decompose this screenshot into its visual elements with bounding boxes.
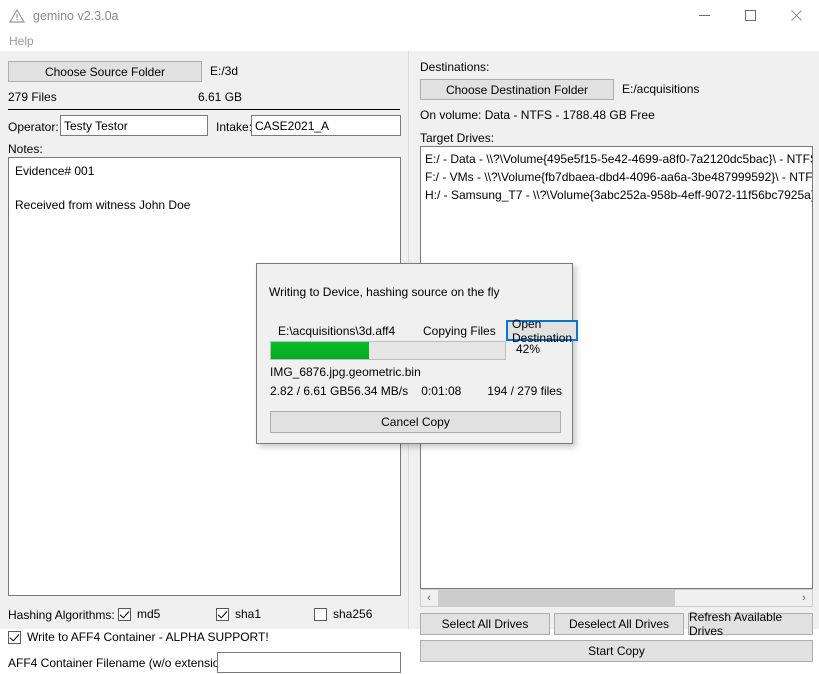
stat-speed: 56.34 MB/s [347,384,409,398]
dialog-title: Writing to Device, hashing source on the… [269,285,500,299]
refresh-available-drives-button[interactable]: Refresh Available Drives [688,610,813,638]
checkbox-md5-box[interactable] [118,607,131,621]
volume-info-text: On volume: Data - NTFS - 1788.48 GB Free [420,108,655,122]
window-title: gemino v2.3.0a [33,8,119,23]
checkbox-write-aff4[interactable]: Write to AFF4 Container - ALPHA SUPPORT! [8,630,269,644]
list-item[interactable]: E:/ - Data - \\?\Volume{495e5f15-5e42-46… [421,150,812,168]
cancel-copy-button[interactable]: Cancel Copy [270,411,561,433]
close-button[interactable] [773,0,819,31]
scrollbar-track[interactable] [437,590,796,606]
scroll-left-icon[interactable]: ‹ [421,590,437,606]
checkbox-write-aff4-box[interactable] [8,630,21,644]
main-content: Choose Source Folder E:/3d 279 Files 6.6… [0,51,819,673]
dialog-target-path: E:\acquisitions\3d.aff4 [278,324,396,338]
choose-source-folder-button[interactable]: Choose Source Folder [8,61,202,82]
hashing-algorithms-label: Hashing Algorithms: [8,608,115,622]
stat-elapsed: 0:01:08 [421,384,462,398]
divider [8,109,400,110]
scroll-right-icon[interactable]: › [796,590,812,606]
dialog-status-text: Copying Files [423,324,496,338]
menu-bar: Help [0,31,819,51]
warning-triangle-icon [8,7,26,25]
checkbox-sha1[interactable]: sha1 [216,607,261,621]
scrollbar-thumb[interactable] [438,590,675,606]
source-total-size: 6.61 GB [198,90,243,104]
operator-input[interactable]: Testy Testor [60,115,208,136]
checkbox-sha256-box[interactable] [314,607,327,621]
checkbox-sha1-label: sha1 [235,607,262,621]
checkbox-sha256-label: sha256 [333,607,373,621]
copy-progress-dialog: Writing to Device, hashing source on the… [256,263,579,444]
notes-label: Notes: [8,142,43,156]
deselect-all-drives-button[interactable]: Deselect All Drives [554,613,684,635]
stat-files: 194 / 279 files [487,384,562,398]
dialog-stats-row: 2.82 / 6.61 GB 56.34 MB/s 0:01:08 194 / … [270,384,562,398]
window-controls [681,0,819,31]
source-path-value: E:/3d [210,64,239,78]
list-item[interactable]: H:/ - Samsung_T7 - \\?\Volume{3abc252a-9… [421,186,812,204]
checkbox-sha256[interactable]: sha256 [314,607,372,621]
drives-horizontal-scrollbar[interactable]: ‹ › [420,589,813,607]
aff4-filename-input[interactable] [217,652,401,673]
intake-input[interactable]: CASE2021_A [251,115,401,136]
intake-label: Intake: [216,120,253,134]
select-all-drives-button[interactable]: Select All Drives [420,613,550,635]
current-file-label: IMG_6876.jpg.geometric.bin [270,365,421,379]
progress-percent-label: 42% [516,342,541,356]
progress-bar-fill [271,342,370,359]
open-destination-button[interactable]: Open Destination [506,317,579,345]
target-drives-label: Target Drives: [420,131,495,145]
menu-item-help[interactable]: Help [0,32,43,50]
choose-destination-folder-button[interactable]: Choose Destination Folder [420,79,614,100]
checkbox-md5[interactable]: md5 [118,607,160,621]
list-item[interactable]: F:/ - VMs - \\?\Volume{fb7dbaea-dbd4-409… [421,168,812,186]
destinations-label: Destinations: [420,60,490,74]
title-bar: gemino v2.3.0a [0,0,819,31]
start-copy-button[interactable]: Start Copy [420,640,813,662]
maximize-button[interactable] [727,0,773,31]
destination-path-value: E:/acquisitions [622,82,700,96]
aff4-filename-label: AFF4 Container Filename (w/o extension): [8,656,234,670]
checkbox-sha1-box[interactable] [216,607,229,621]
progress-bar [270,341,506,360]
aff4-filename-row: AFF4 Container Filename (w/o extension): [8,652,401,674]
checkbox-md5-label: md5 [137,607,161,621]
checkbox-write-aff4-label: Write to AFF4 Container - ALPHA SUPPORT! [27,630,269,644]
minimize-button[interactable] [681,0,727,31]
stat-bytes: 2.82 / 6.61 GB [270,384,348,398]
source-file-count: 279 Files [8,90,57,104]
operator-label: Operator: [8,120,59,134]
hashing-algorithms-row: Hashing Algorithms: md5 sha1 sha256 [8,606,401,624]
